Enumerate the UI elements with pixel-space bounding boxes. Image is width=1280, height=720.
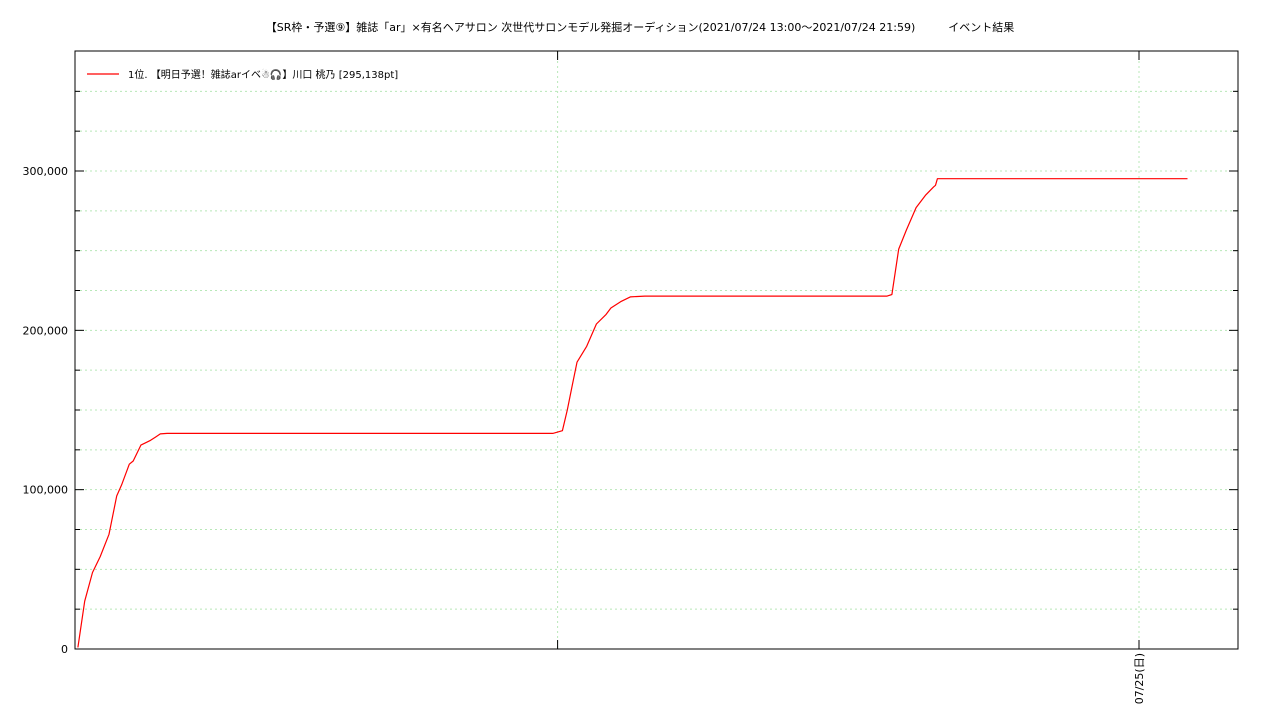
series-layer bbox=[77, 178, 1188, 648]
y-tick-label: 0 bbox=[61, 643, 68, 656]
plot-frame bbox=[74, 50, 1239, 650]
y-tick-label: 200,000 bbox=[23, 324, 69, 337]
y-tick-label: 300,000 bbox=[23, 165, 69, 178]
legend: 1位. 【明日予選！雑誌arイベ☃🎧】川口 桃乃 [295,138pt] bbox=[80, 63, 460, 81]
legend-label: 1位. 【明日予選！雑誌arイベ☃🎧】川口 桃乃 [295,138pt] bbox=[128, 68, 398, 81]
series-line bbox=[77, 178, 1188, 648]
axis-ticks: 0 100,000 200,000 300,000 07/25(日) bbox=[23, 51, 1238, 704]
y-tick-label: 100,000 bbox=[23, 484, 69, 497]
grid-lines bbox=[75, 51, 1238, 649]
x-tick-label: 07/25(日) bbox=[1133, 653, 1146, 704]
line-chart: 0 100,000 200,000 300,000 07/25(日) 1位. 【明日予選… bbox=[23, 50, 1239, 704]
